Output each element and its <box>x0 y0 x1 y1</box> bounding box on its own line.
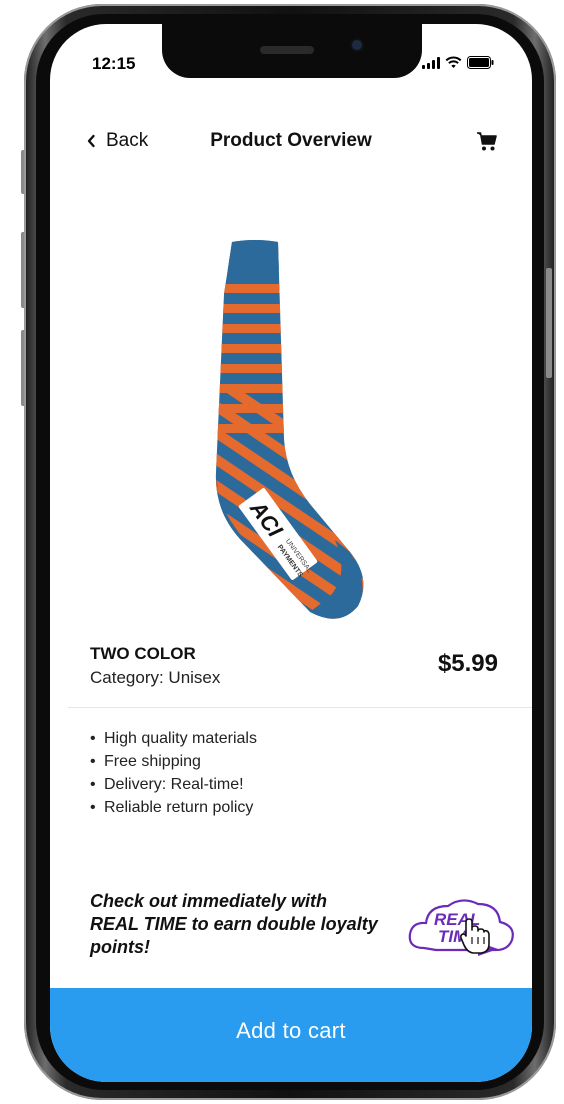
status-time: 12:15 <box>92 54 136 73</box>
power-button <box>546 268 552 378</box>
page-title: Product Overview <box>210 130 372 151</box>
screen: 12:15 Back Product Overview ACI UNIVERSA… <box>50 24 532 1082</box>
product-name: TWO COLOR <box>90 644 196 663</box>
list-item: • High quality materials <box>90 730 257 747</box>
front-camera <box>352 40 362 50</box>
phone-mockup: 12:15 Back Product Overview ACI UNIVERSA… <box>0 0 564 1104</box>
notch <box>162 24 422 78</box>
promo-text: Check out immediately with REAL TIME to … <box>90 891 378 957</box>
product-price: $5.99 <box>437 650 498 677</box>
product-image: ACI UNIVERSAL PAYMENTS <box>215 240 364 619</box>
list-item: • Delivery: Real-time! <box>90 776 244 793</box>
feature-list: • High quality materials • Free shipping •… <box>90 727 257 819</box>
status-icons <box>422 56 494 69</box>
divider <box>68 707 532 708</box>
navigation-bar: Back Product Overview <box>50 124 532 160</box>
list-item: • Reliable return policy <box>90 799 254 816</box>
wifi-icon <box>445 56 462 68</box>
battery-icon <box>467 56 494 69</box>
add-to-cart-button[interactable]: Add to cart <box>50 988 532 1082</box>
speaker-grille <box>260 46 314 54</box>
product-category: Category: Unisex <box>90 668 221 687</box>
list-item: • Free shipping <box>90 753 201 770</box>
real-time-logo[interactable]: REAL TIME <box>406 892 516 962</box>
add-to-cart-label: Add to cart <box>236 1018 346 1043</box>
cart-icon[interactable] <box>476 130 498 152</box>
signal-icon <box>422 56 440 69</box>
